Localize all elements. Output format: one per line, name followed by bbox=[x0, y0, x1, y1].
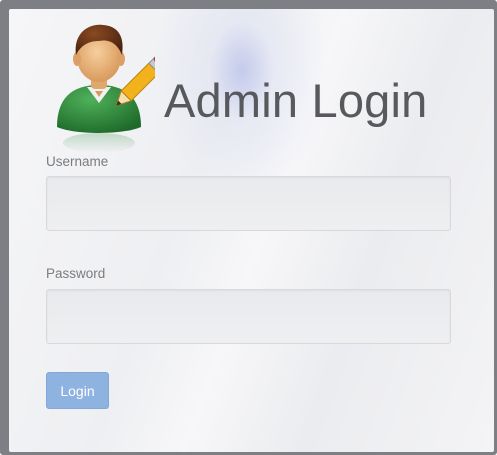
login-panel: Admin Login Username Password Login bbox=[9, 9, 494, 452]
username-field[interactable] bbox=[46, 176, 451, 231]
password-field[interactable] bbox=[46, 289, 451, 344]
page-title: Admin Login bbox=[164, 74, 428, 127]
window-frame: Admin Login Username Password Login bbox=[0, 0, 497, 455]
login-button[interactable]: Login bbox=[46, 372, 109, 409]
username-label: Username bbox=[46, 154, 109, 169]
admin-user-edit-icon bbox=[57, 24, 155, 153]
password-label: Password bbox=[46, 266, 106, 281]
